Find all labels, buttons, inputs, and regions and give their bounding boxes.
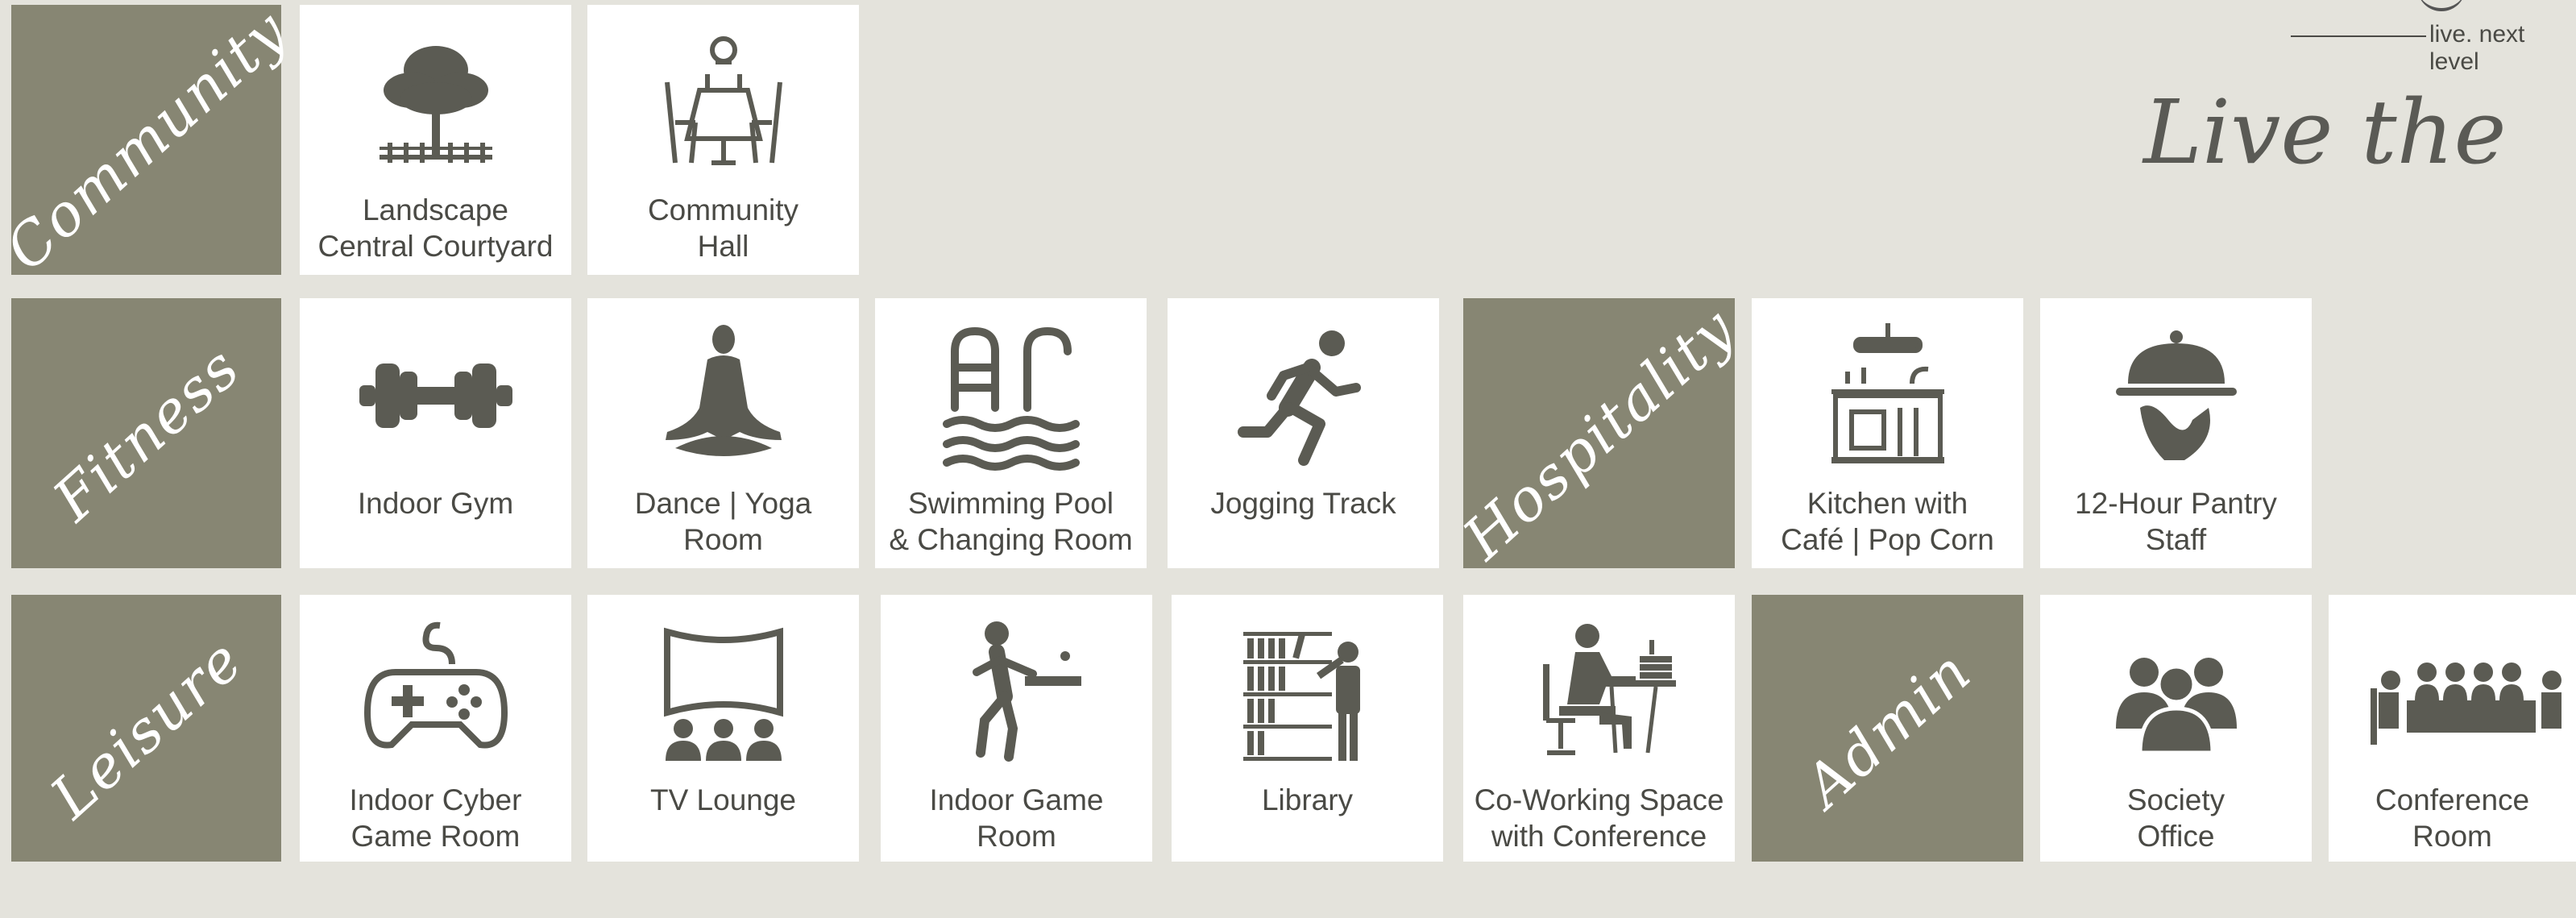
amenity-label: Landscape Central Courtyard: [317, 193, 554, 263]
gamepad-icon: [300, 616, 571, 769]
coworking-icon: [1463, 616, 1735, 769]
category-hospitality: Hospitality: [1450, 294, 1748, 572]
pool-icon: [875, 319, 1147, 472]
amenity-indoor-game: Indoor Game Room: [881, 595, 1152, 862]
dining-table-icon: [587, 26, 859, 179]
amenity-coworking: Co-Working Space with Conference: [1463, 595, 1735, 862]
kitchen-icon: [1752, 319, 2023, 472]
amenity-label: TV Lounge: [649, 783, 797, 816]
amenity-landscape: Landscape Central Courtyard: [300, 5, 571, 275]
amenity-community-hall: Community Hall: [587, 5, 859, 275]
amenity-label: Library: [1261, 783, 1354, 816]
amenity-label: Kitchen with Café | Pop Corn: [1781, 487, 1994, 556]
conference-icon: [2329, 616, 2576, 769]
amenity-label: Swimming Pool & Changing Room: [889, 487, 1133, 556]
amenity-label: Community Hall: [647, 193, 799, 263]
amenity-kitchen: Kitchen with Café | Pop Corn: [1752, 298, 2023, 568]
amenity-library: Library: [1172, 595, 1443, 862]
amenity-jogging-track: Jogging Track: [1168, 298, 1439, 568]
people-icon: [2040, 616, 2312, 769]
library-icon: [1172, 616, 1443, 769]
category-label: Admin: [1791, 637, 1984, 820]
amenity-conference-room: Conference Room: [2329, 595, 2576, 862]
amenity-indoor-gym: Indoor Gym: [300, 298, 571, 568]
yoga-icon: [587, 319, 859, 472]
dumbbell-icon: [300, 319, 571, 472]
amenity-label: Dance | Yoga Room: [634, 487, 812, 556]
category-leisure: Leisure: [11, 595, 281, 862]
tagline: live. next level: [2429, 21, 2525, 75]
amenity-label: Jogging Track: [1210, 487, 1396, 520]
amenity-swimming-pool: Swimming Pool & Changing Room: [875, 298, 1147, 568]
theater-icon: [587, 616, 859, 769]
category-label: Hospitality: [1450, 294, 1748, 572]
table-tennis-icon: [881, 616, 1152, 769]
amenity-label: Society Office: [2126, 783, 2225, 853]
tree-icon: [300, 26, 571, 179]
slogan: Live the: [2143, 81, 2507, 184]
amenity-pantry: 12-Hour Pantry Staff: [2040, 298, 2312, 568]
amenity-cyber-game: Indoor Cyber Game Room: [300, 595, 571, 862]
category-label: Leisure: [37, 625, 255, 832]
amenity-label: 12-Hour Pantry Staff: [2075, 487, 2277, 556]
amenity-label: Indoor Game Room: [929, 783, 1104, 853]
amenity-tv-lounge: TV Lounge: [587, 595, 859, 862]
amenity-label: Indoor Gym: [357, 487, 514, 520]
category-admin: Admin: [1752, 595, 2023, 862]
tagline-rule: [2291, 35, 2426, 37]
category-fitness: Fitness: [11, 298, 281, 568]
cloche-icon: [2040, 319, 2312, 472]
logo-fragment: [2417, 0, 2466, 11]
amenity-dance-yoga: Dance | Yoga Room: [587, 298, 859, 568]
amenity-society-office: Society Office: [2040, 595, 2312, 862]
amenity-label: Conference Room: [2375, 783, 2530, 853]
amenity-label: Indoor Cyber Game Room: [349, 783, 522, 853]
runner-icon: [1168, 319, 1439, 472]
amenity-label: Co-Working Space with Conference: [1474, 783, 1724, 853]
category-community: Community: [0, 0, 300, 283]
